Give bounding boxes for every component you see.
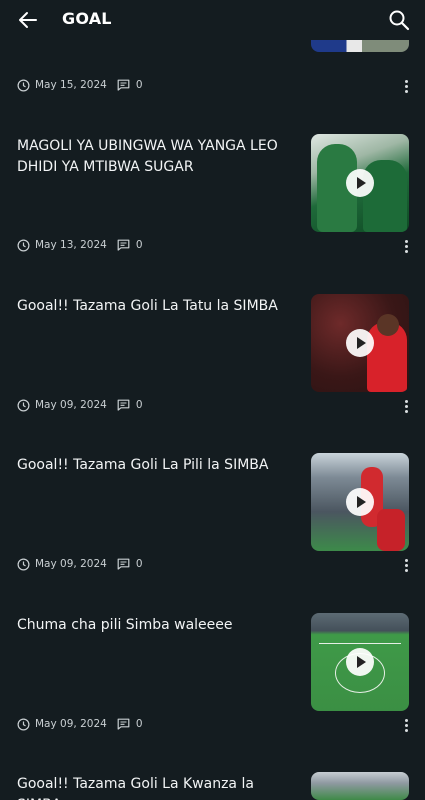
- clock-icon: [17, 238, 30, 252]
- more-options-button[interactable]: [399, 398, 413, 414]
- play-icon[interactable]: [346, 329, 374, 357]
- comment-count: 0: [135, 79, 143, 91]
- post-date: May 15, 2024: [35, 79, 107, 91]
- post-thumbnail[interactable]: [311, 134, 409, 232]
- post-feed[interactable]: May 15, 2024 0 MAGOLI YA UBINGWA WA YANG…: [0, 0, 425, 800]
- arrow-left-icon[interactable]: [16, 8, 40, 32]
- post-date: May 09, 2024: [35, 718, 107, 730]
- post-item[interactable]: Gooal!! Tazama Goli La Tatu la SIMBA May…: [0, 294, 425, 454]
- play-icon[interactable]: [346, 169, 374, 197]
- post-item[interactable]: Chuma cha pili Simba waleeee May 09, 202…: [0, 613, 425, 773]
- comment-icon: [117, 718, 130, 730]
- play-icon[interactable]: [346, 488, 374, 516]
- more-options-button[interactable]: [399, 557, 413, 573]
- post-title[interactable]: Chuma cha pili Simba waleeee: [17, 615, 297, 636]
- comment-count: 0: [135, 399, 143, 411]
- post-item[interactable]: MAGOLI YA UBINGWA WA YANGA LEO DHIDI YA …: [0, 134, 425, 294]
- comment-icon: [117, 399, 130, 411]
- play-icon[interactable]: [346, 648, 374, 676]
- clock-icon: [17, 78, 30, 92]
- post-title[interactable]: Gooal!! Tazama Goli La Kwanza la SIMBA: [17, 774, 297, 800]
- clock-icon: [17, 717, 30, 731]
- post-date: May 09, 2024: [35, 558, 107, 570]
- clock-icon: [17, 398, 30, 412]
- post-thumbnail[interactable]: [311, 294, 409, 392]
- post-thumbnail[interactable]: [311, 453, 409, 551]
- more-options-button[interactable]: [399, 238, 413, 254]
- post-title[interactable]: MAGOLI YA UBINGWA WA YANGA LEO DHIDI YA …: [17, 136, 297, 178]
- comment-count: 0: [135, 239, 143, 251]
- post-title[interactable]: Gooal!! Tazama Goli La Tatu la SIMBA: [17, 296, 297, 317]
- search-icon[interactable]: [387, 8, 411, 32]
- clock-icon: [17, 557, 30, 571]
- page-title: GOAL: [62, 9, 112, 28]
- post-title[interactable]: Gooal!! Tazama Goli La Pili la SIMBA: [17, 455, 297, 476]
- post-date: May 13, 2024: [35, 239, 107, 251]
- comment-count: 0: [135, 718, 143, 730]
- more-options-button[interactable]: [399, 78, 413, 94]
- post-item[interactable]: Gooal!! Tazama Goli La Kwanza la SIMBA: [0, 772, 425, 800]
- comment-count: 0: [135, 558, 143, 570]
- post-thumbnail[interactable]: [311, 613, 409, 711]
- app-header: GOAL: [0, 0, 425, 40]
- comment-icon: [117, 79, 130, 91]
- comment-icon: [117, 239, 130, 251]
- post-thumbnail[interactable]: [311, 772, 409, 800]
- app-screen: May 15, 2024 0 MAGOLI YA UBINGWA WA YANG…: [0, 0, 425, 800]
- post-item[interactable]: Gooal!! Tazama Goli La Pili la SIMBA May…: [0, 453, 425, 613]
- comment-icon: [117, 558, 130, 570]
- post-date: May 09, 2024: [35, 399, 107, 411]
- more-options-button[interactable]: [399, 717, 413, 733]
